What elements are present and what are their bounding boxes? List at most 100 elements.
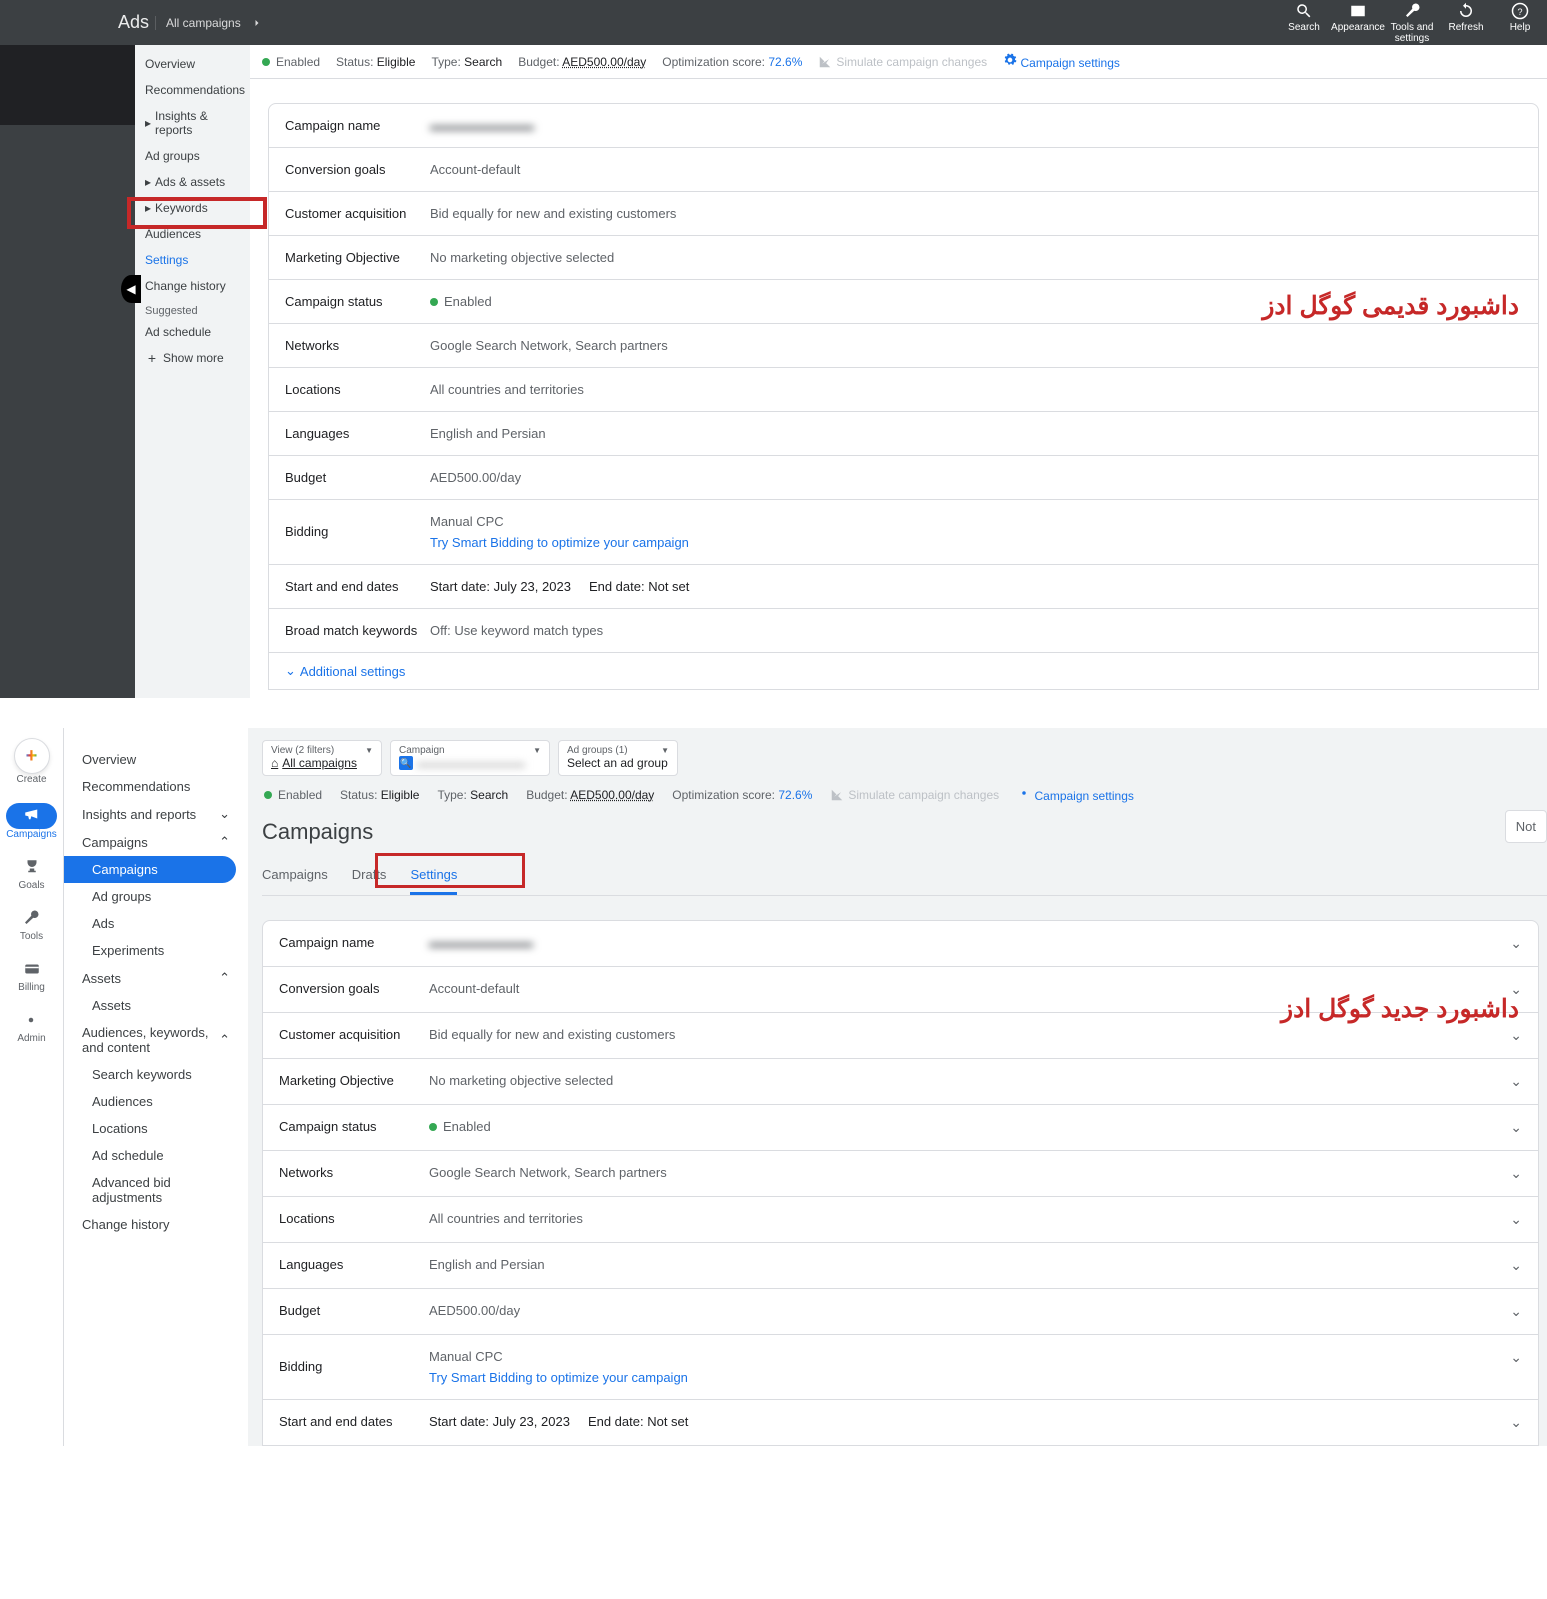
sidebar-audiences[interactable]: Audiences: [135, 221, 250, 247]
side-search-keywords[interactable]: Search keywords: [64, 1061, 248, 1088]
side-campaigns[interactable]: Campaigns⌃: [64, 828, 248, 856]
side-adschedule[interactable]: Ad schedule: [64, 1142, 248, 1169]
truncated-button[interactable]: Not: [1505, 810, 1547, 843]
new-sidebar: Overview Recommendations Insights and re…: [64, 728, 248, 1446]
rail-billing[interactable]: Billing: [18, 960, 45, 993]
side-insights[interactable]: Insights and reports⌄: [64, 800, 248, 828]
campaign-name-value: ▬▬▬▬▬▬▬▬: [430, 118, 1522, 133]
old-statusbar: Enabled Status: Eligible Type: Search Bu…: [250, 45, 1547, 79]
old-header: Ads All campaigns Search Appearance Tool…: [0, 0, 1547, 45]
row-marketing-objective[interactable]: Marketing ObjectiveNo marketing objectiv…: [269, 236, 1538, 280]
gear-icon: [1003, 53, 1017, 67]
rail-admin[interactable]: Admin: [17, 1011, 45, 1044]
help-button[interactable]: ?Help: [1493, 2, 1547, 44]
row-conversion-goals[interactable]: Conversion goalsAccount-default: [269, 148, 1538, 192]
sidebar-overview[interactable]: Overview: [135, 51, 250, 77]
row-dates[interactable]: Start and end datesStart date: July 23, …: [263, 1400, 1538, 1445]
logo: Ads: [0, 12, 155, 33]
filter-view[interactable]: View (2 filters)▼ ⌂All campaigns: [262, 740, 382, 776]
side-locations[interactable]: Locations: [64, 1115, 248, 1142]
side-sub-campaigns[interactable]: Campaigns: [64, 856, 236, 883]
row-languages[interactable]: LanguagesEnglish and Persian: [269, 412, 1538, 456]
row-bidding[interactable]: BiddingManual CPCTry Smart Bidding to op…: [269, 500, 1538, 565]
side-ads[interactable]: Ads: [64, 910, 248, 937]
search-button[interactable]: Search: [1277, 2, 1331, 44]
simulate-button[interactable]: Simulate campaign changes: [818, 55, 987, 69]
row-locations[interactable]: LocationsAll countries and territories⌄: [263, 1197, 1538, 1243]
svg-text:?: ?: [1517, 6, 1522, 16]
row-bidding[interactable]: BiddingManual CPCTry Smart Bidding to op…: [263, 1335, 1538, 1400]
refresh-button[interactable]: Refresh: [1439, 2, 1493, 44]
side-experiments[interactable]: Experiments: [64, 937, 248, 964]
tab-campaigns[interactable]: Campaigns: [262, 859, 328, 895]
tab-settings[interactable]: Settings: [410, 859, 457, 895]
sidebar-change-history[interactable]: Change history: [135, 273, 250, 299]
row-budget[interactable]: BudgetAED500.00/day: [269, 456, 1538, 500]
filter-campaign[interactable]: Campaign▼ 🔍▬▬▬▬▬▬▬▬▬: [390, 740, 550, 776]
budget[interactable]: Budget: AED500.00/day: [526, 788, 654, 802]
campaign-settings-link[interactable]: Campaign settings: [1017, 786, 1134, 803]
sidebar-recommendations[interactable]: Recommendations: [135, 77, 250, 103]
side-akc[interactable]: Audiences, keywords, and content⌃: [64, 1019, 248, 1061]
side-adgroups[interactable]: Ad groups: [64, 883, 248, 910]
sidebar-adgroups[interactable]: Ad groups: [135, 143, 250, 169]
sidebar-adsassets[interactable]: ▸Ads & assets: [135, 169, 250, 195]
megaphone-icon: [23, 805, 41, 823]
row-networks[interactable]: NetworksGoogle Search Network, Search pa…: [263, 1151, 1538, 1197]
row-broad-match[interactable]: Broad match keywordsOff: Use keyword mat…: [269, 609, 1538, 653]
optimization-score: Optimization score: 72.6%: [662, 55, 802, 69]
search-icon: [1295, 2, 1313, 20]
row-campaign-name[interactable]: Campaign name▬▬▬▬▬▬▬▬⌄: [263, 921, 1538, 967]
row-marketing-objective[interactable]: Marketing ObjectiveNo marketing objectiv…: [263, 1059, 1538, 1105]
chevron-down-icon: ⌄: [1510, 1027, 1522, 1044]
sidebar-insights[interactable]: ▸Insights & reports: [135, 103, 250, 143]
sidebar-settings[interactable]: Settings: [135, 247, 250, 273]
side-change-history[interactable]: Change history: [64, 1211, 248, 1238]
rail-goals[interactable]: Goals: [18, 858, 44, 891]
sidebar-showmore[interactable]: +Show more: [135, 345, 250, 371]
additional-settings-toggle[interactable]: ⌄Additional settings: [269, 653, 1538, 689]
row-campaign-status[interactable]: Campaign statusEnabled⌄: [263, 1105, 1538, 1151]
side-sub-assets[interactable]: Assets: [64, 992, 248, 1019]
side-overview[interactable]: Overview: [64, 746, 248, 773]
tools-button[interactable]: Tools and settings: [1385, 2, 1439, 44]
rail-tools[interactable]: Tools: [20, 909, 43, 942]
chevron-down-icon: ⌄: [219, 806, 230, 822]
row-campaign-name[interactable]: Campaign name▬▬▬▬▬▬▬▬: [269, 104, 1538, 148]
simulate-button[interactable]: Simulate campaign changes: [830, 788, 999, 802]
side-audiences[interactable]: Audiences: [64, 1088, 248, 1115]
collapse-button[interactable]: ◀: [121, 275, 141, 303]
campaign-settings-link[interactable]: Campaign settings: [1003, 53, 1120, 70]
row-budget[interactable]: BudgetAED500.00/day⌄: [263, 1289, 1538, 1335]
smart-bidding-link[interactable]: Try Smart Bidding to optimize your campa…: [430, 535, 1522, 550]
smart-bidding-link[interactable]: Try Smart Bidding to optimize your campa…: [429, 1370, 1510, 1385]
plus-icon: +: [14, 738, 50, 774]
refresh-icon: [1457, 2, 1475, 20]
row-networks[interactable]: NetworksGoogle Search Network, Search pa…: [269, 324, 1538, 368]
row-dates[interactable]: Start and end datesStart date: July 23, …: [269, 565, 1538, 609]
side-advbid[interactable]: Advanced bid adjustments: [64, 1169, 248, 1211]
sidebar-keywords[interactable]: ▸Keywords: [135, 195, 250, 221]
chart-icon: [830, 788, 844, 802]
chevron-down-icon: ⌄: [1510, 1414, 1522, 1431]
filter-adgroups[interactable]: Ad groups (1)▼ Select an ad group: [558, 740, 678, 776]
annotation-old-label: داشبورد قدیمی گوگل ادز: [1262, 290, 1519, 323]
appearance-button[interactable]: Appearance: [1331, 2, 1385, 44]
chevron-down-icon: ⌄: [1510, 1119, 1522, 1136]
side-assets[interactable]: Assets⌃: [64, 964, 248, 992]
budget[interactable]: Budget: AED500.00/day: [518, 55, 646, 69]
chevron-down-icon: ▼: [533, 746, 541, 755]
sidebar-adschedule[interactable]: Ad schedule: [135, 319, 250, 345]
row-customer-acquisition[interactable]: Customer acquisitionBid equally for new …: [269, 192, 1538, 236]
row-languages[interactable]: LanguagesEnglish and Persian⌄: [263, 1243, 1538, 1289]
side-recommendations[interactable]: Recommendations: [64, 773, 248, 800]
tab-drafts[interactable]: Drafts: [352, 859, 387, 895]
create-button[interactable]: + Create: [14, 738, 50, 785]
rail-campaigns[interactable]: Campaigns: [6, 803, 57, 840]
appearance-icon: [1349, 2, 1367, 20]
row-locations[interactable]: LocationsAll countries and territories: [269, 368, 1538, 412]
status-eligible: Status: Eligible: [336, 55, 415, 69]
suggested-label: Suggested: [135, 299, 250, 319]
status-enabled: Enabled: [264, 788, 322, 802]
breadcrumb[interactable]: All campaigns: [155, 16, 1277, 30]
